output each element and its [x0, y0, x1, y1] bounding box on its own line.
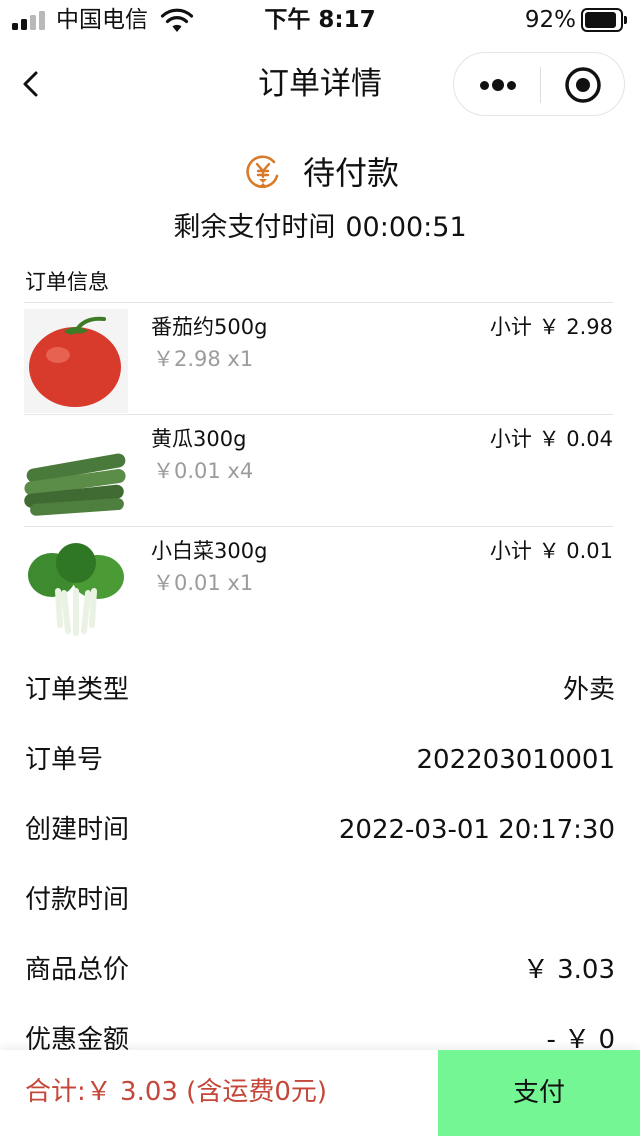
info-value: 202203010001 [416, 745, 615, 775]
yen-hourglass-icon [246, 155, 279, 189]
item-unit-price: ￥0.01 x1 [153, 571, 254, 595]
close-miniapp-button[interactable] [541, 53, 625, 117]
order-items: 番茄约500g ￥2.98 x1 小计 ￥ 2.98 黄瓜300g ￥0.01 … [24, 302, 613, 638]
info-row-order-type: 订单类型 外卖 [25, 660, 615, 730]
status-bar: 中国电信 下午 8:17 92% [0, 0, 640, 40]
countdown-value: 00:00:51 [345, 212, 467, 243]
info-label: 创建时间 [25, 815, 130, 845]
bok-choy-image [24, 533, 128, 637]
item-name: 番茄约500g [151, 315, 268, 339]
info-row-goods-total: 商品总价 ￥ 3.03 [25, 940, 615, 1010]
cucumber-image [24, 421, 128, 525]
checkout-bar: 合计:￥ 3.03 (含运费0元) 支付 [0, 1050, 640, 1136]
more-button[interactable] [454, 53, 540, 117]
info-value: 外卖 [562, 675, 615, 705]
info-row-payment-time: 付款时间 [25, 870, 615, 940]
order-info: 订单类型 外卖 订单号 202203010001 创建时间 2022-03-01… [25, 660, 615, 1080]
info-label: 订单号 [25, 745, 104, 775]
more-dots-icon [480, 81, 489, 90]
target-circle-icon [565, 67, 601, 103]
order-status: 待付款 [0, 148, 640, 198]
info-label: 付款时间 [25, 885, 130, 915]
info-label: 商品总价 [25, 955, 130, 985]
section-title: 订单信息 [25, 270, 109, 294]
info-row-order-number: 订单号 202203010001 [25, 730, 615, 800]
pay-button[interactable]: 支付 [438, 1050, 640, 1136]
battery-percentage: 92% [524, 7, 576, 33]
payment-countdown: 剩余支付时间 00:00:51 [0, 208, 640, 248]
countdown-label: 剩余支付时间 [173, 212, 336, 243]
order-item[interactable]: 小白菜300g ￥0.01 x1 小计 ￥ 0.01 [24, 526, 613, 638]
pay-button-label: 支付 [512, 1078, 565, 1108]
info-row-created-time: 创建时间 2022-03-01 20:17:30 [25, 800, 615, 870]
status-text: 待付款 [303, 154, 400, 192]
battery-icon [581, 8, 627, 32]
order-item[interactable]: 黄瓜300g ￥0.01 x4 小计 ￥ 0.04 [24, 414, 613, 526]
miniapp-capsule [453, 52, 625, 116]
item-unit-price: ￥2.98 x1 [153, 347, 254, 371]
info-value: 2022-03-01 20:17:30 [338, 815, 615, 845]
item-subtotal: 小计 ￥ 2.98 [489, 315, 613, 339]
order-detail-page: 中国电信 下午 8:17 92% 订单详情 待付款 剩余支付时间 00:00:5… [0, 0, 640, 1136]
tomato-image [24, 309, 128, 413]
total-amount: 合计:￥ 3.03 (含运费0元) [25, 1077, 328, 1107]
item-subtotal: 小计 ￥ 0.01 [489, 539, 613, 563]
navigation-bar: 订单详情 [0, 44, 640, 124]
item-subtotal: 小计 ￥ 0.04 [489, 427, 613, 451]
item-name: 黄瓜300g [151, 427, 247, 451]
info-value: ￥ 3.03 [522, 955, 615, 985]
info-label: 订单类型 [25, 675, 130, 705]
order-item[interactable]: 番茄约500g ￥2.98 x1 小计 ￥ 2.98 [24, 302, 613, 414]
item-unit-price: ￥0.01 x4 [153, 459, 254, 483]
item-name: 小白菜300g [151, 539, 268, 563]
